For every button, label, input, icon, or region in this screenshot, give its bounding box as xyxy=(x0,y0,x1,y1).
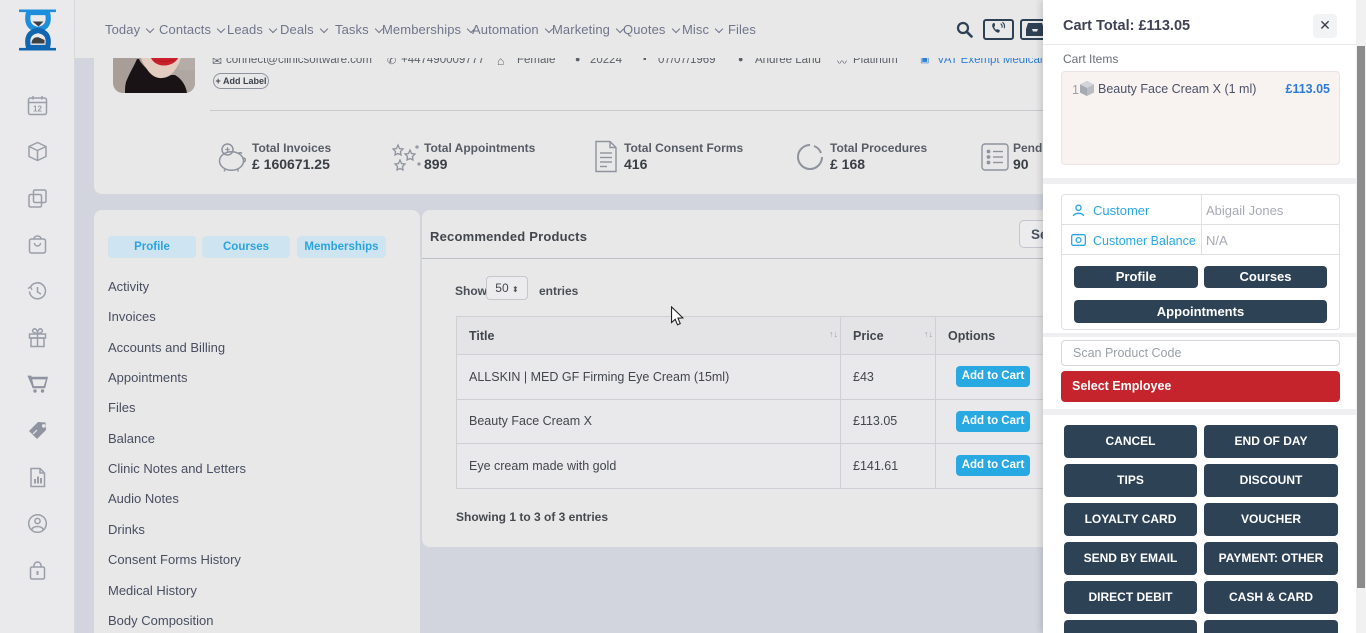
svg-text:12: 12 xyxy=(33,105,42,114)
